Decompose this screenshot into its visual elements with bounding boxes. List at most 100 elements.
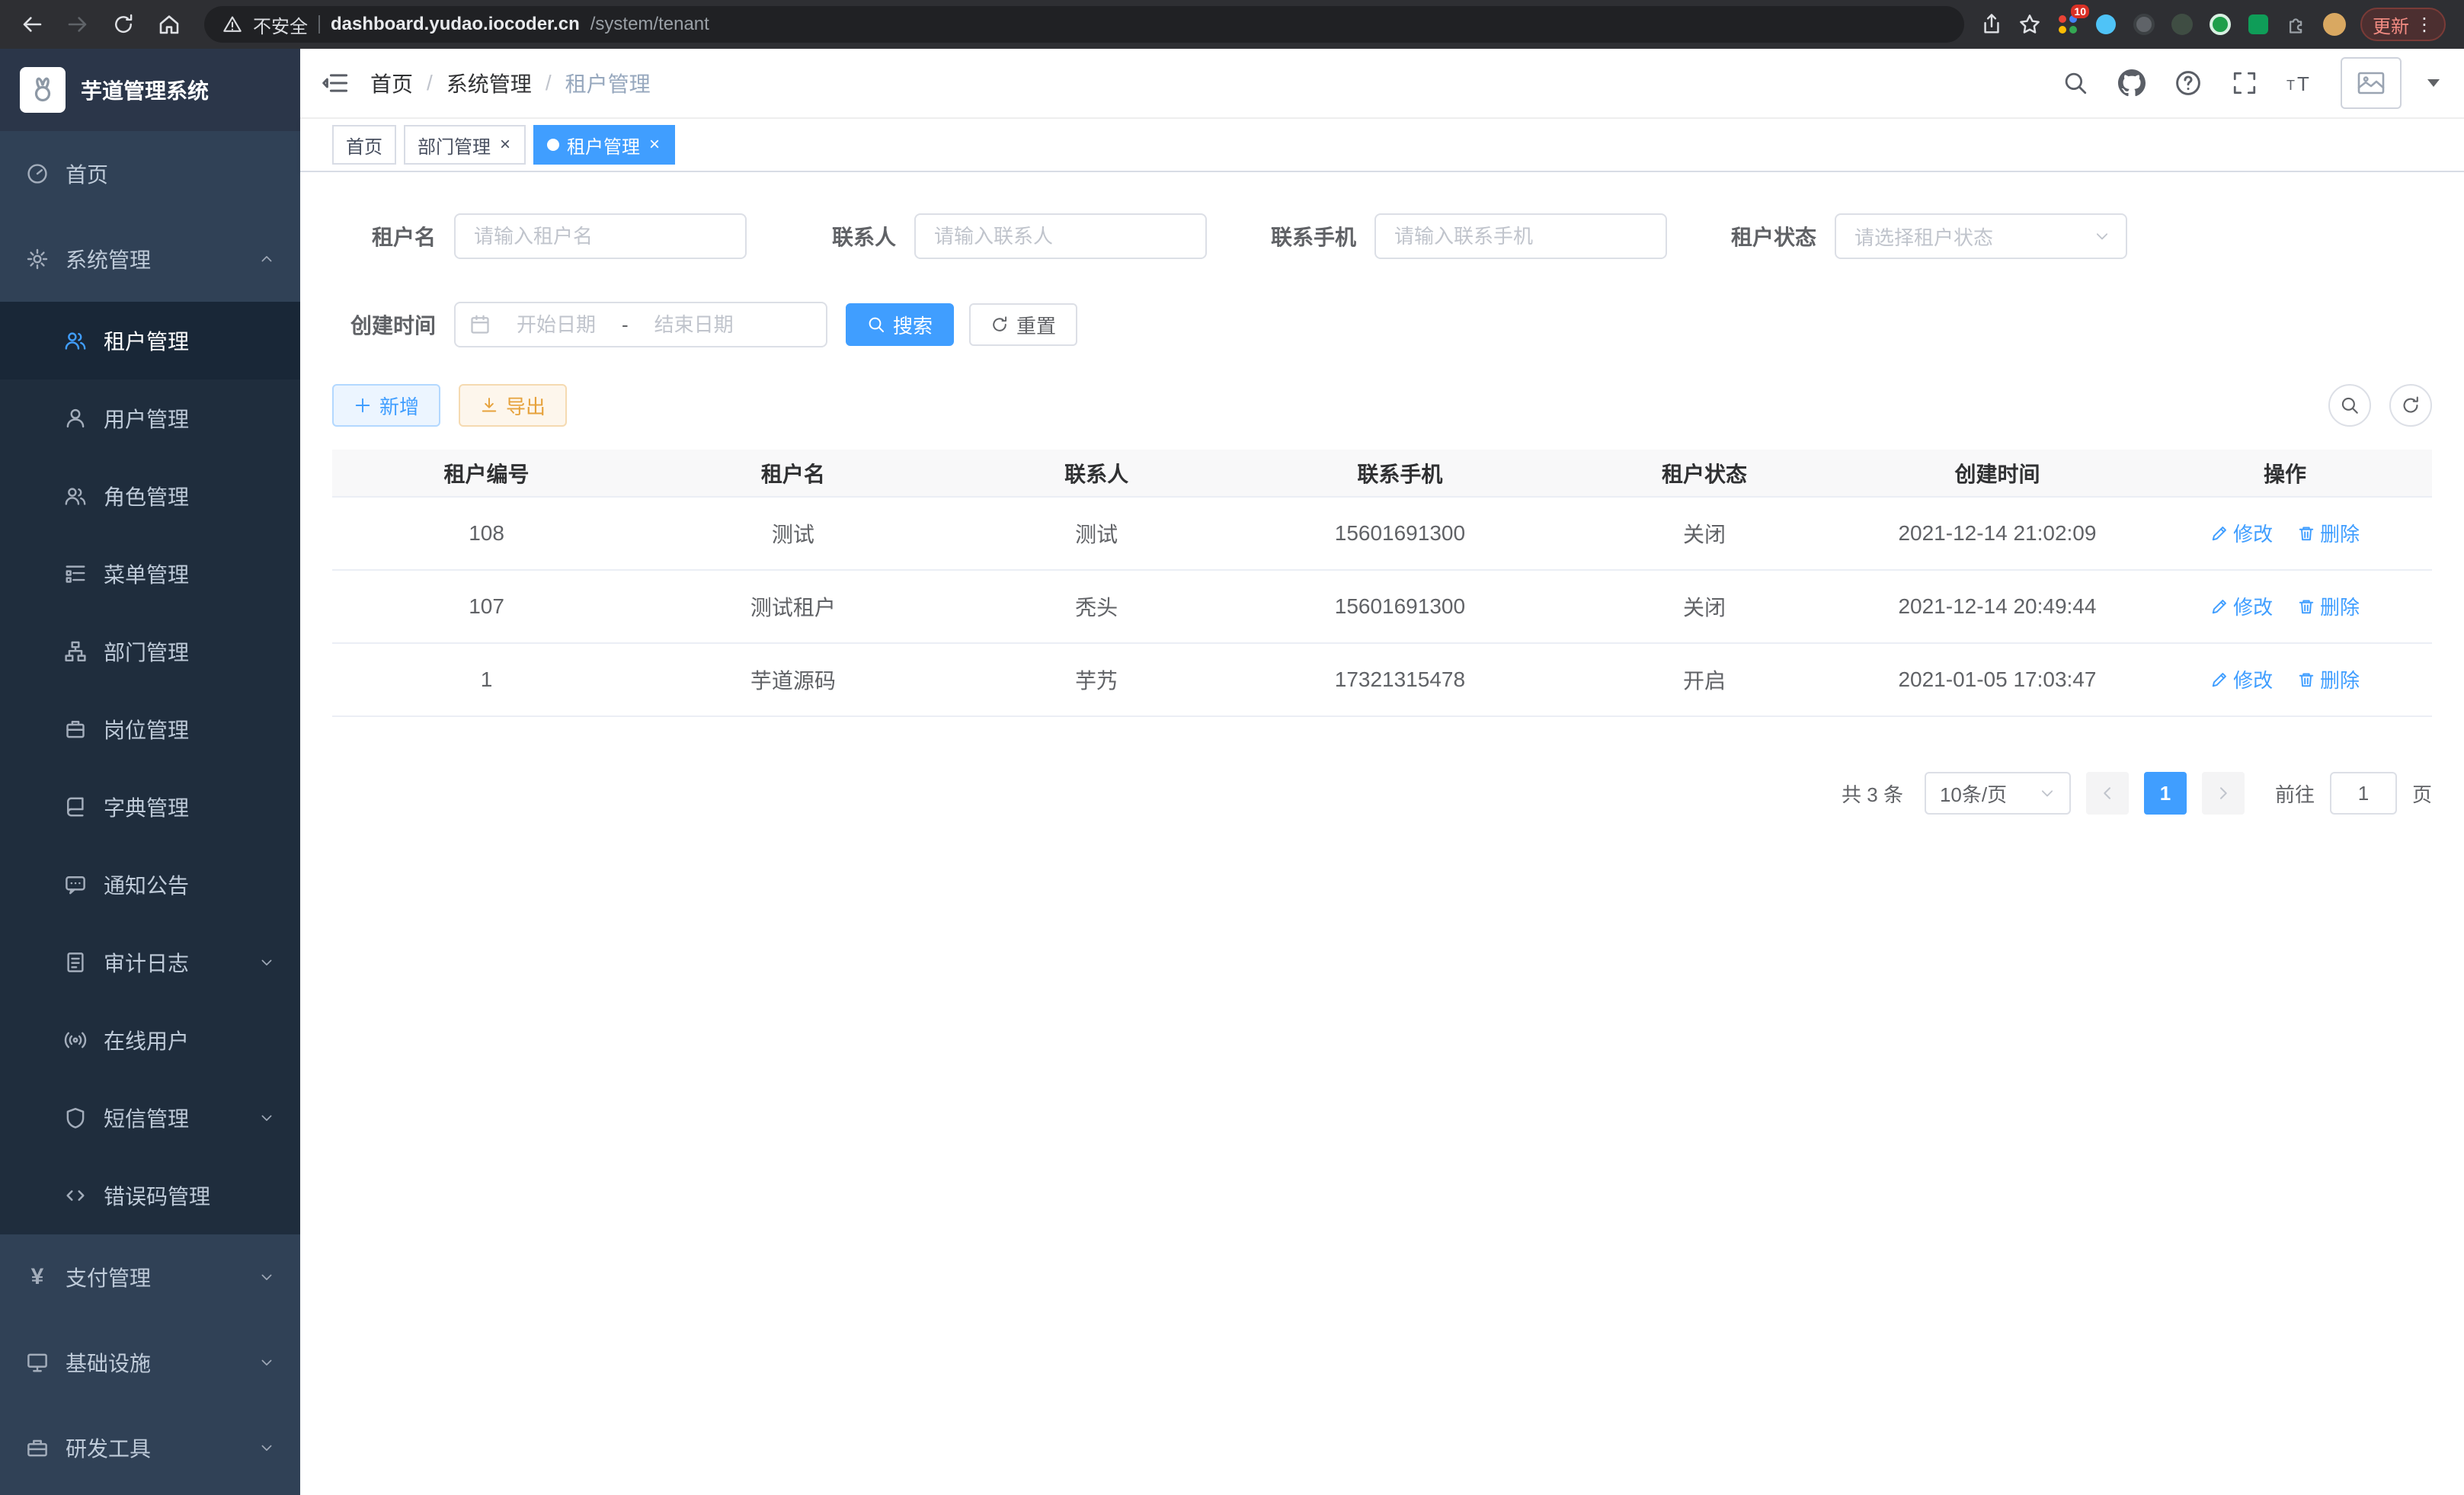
cell-tenant-id: 108	[332, 497, 641, 570]
sidebar-item-post[interactable]: 岗位管理	[0, 690, 300, 768]
help-button[interactable]	[2171, 66, 2205, 100]
plus-icon	[354, 396, 372, 415]
tenant-name-label: 租户名	[332, 221, 436, 251]
export-button[interactable]: 导出	[459, 384, 567, 427]
share-icon[interactable]	[1979, 12, 2004, 37]
sidebar-item-home[interactable]: 首页	[0, 131, 300, 216]
breadcrumb-home[interactable]: 首页	[370, 68, 413, 98]
date-range-separator: -	[622, 313, 629, 337]
address-bar[interactable]: 不安全 dashboard.yudao.iocoder.cn/system/te…	[204, 6, 1964, 43]
active-tab-dot	[547, 139, 559, 151]
sidebar-item-payment[interactable]: ¥ 支付管理	[0, 1234, 300, 1320]
post-badge-icon	[64, 718, 87, 741]
end-date-input[interactable]	[635, 313, 754, 337]
delete-button[interactable]: 删除	[2297, 665, 2360, 693]
search-button[interactable]: 搜索	[846, 303, 954, 346]
phone-input[interactable]	[1374, 213, 1667, 259]
user-dropdown-caret[interactable]	[2427, 79, 2440, 87]
github-link-button[interactable]	[2115, 66, 2149, 100]
fullscreen-button[interactable]	[2228, 66, 2261, 100]
goto-label: 前往	[2275, 780, 2315, 808]
tenant-status-select[interactable]: 请选择租户状态	[1835, 213, 2127, 259]
sidebar-item-tenant[interactable]: 租户管理	[0, 302, 300, 379]
sidebar-item-dict[interactable]: 字典管理	[0, 768, 300, 846]
question-icon	[2174, 69, 2202, 97]
sidebar-item-error-code[interactable]: 错误码管理	[0, 1157, 300, 1234]
tenant-name-input[interactable]	[454, 213, 747, 259]
goto-page-input[interactable]	[2330, 772, 2397, 815]
breadcrumb-system[interactable]: 系统管理	[446, 68, 532, 98]
org-tree-icon	[64, 640, 87, 663]
sidebar-item-online-user[interactable]: 在线用户	[0, 1001, 300, 1079]
breadcrumb-current: 租户管理	[565, 68, 651, 98]
header-search-button[interactable]	[2059, 66, 2092, 100]
delete-button[interactable]: 删除	[2297, 592, 2360, 620]
sidebar-item-user[interactable]: 用户管理	[0, 379, 300, 457]
sidebar-item-dept[interactable]: 部门管理	[0, 613, 300, 690]
edit-button[interactable]: 修改	[2210, 592, 2273, 620]
main-content: 首页 / 系统管理 / 租户管理	[300, 49, 2464, 1495]
sidebar-toggle-button[interactable]	[300, 48, 370, 118]
tab-home[interactable]: 首页	[332, 125, 396, 165]
edit-button[interactable]: 修改	[2210, 519, 2273, 547]
filter-row-1: 租户名 联系人 联系手机 租户状态 请选择租户状态	[332, 213, 2432, 259]
browser-update-button[interactable]: 更新 ⋮	[2360, 8, 2446, 41]
sidebar-menu: 首页 系统管理 租户管理 用户管理	[0, 131, 300, 1495]
dictionary-book-icon	[64, 796, 87, 818]
sidebar-item-infrastructure[interactable]: 基础设施	[0, 1320, 300, 1405]
bookmark-star-icon[interactable]	[2018, 12, 2042, 37]
browser-profile-avatar[interactable]	[2322, 12, 2347, 37]
chevron-down-icon	[2094, 228, 2110, 245]
extension-puzzle-icon[interactable]	[2284, 12, 2309, 37]
trash-icon	[2297, 597, 2315, 616]
browser-home-button[interactable]	[149, 5, 189, 44]
tab-dept[interactable]: 部门管理 ×	[404, 125, 526, 165]
sidebar-item-system[interactable]: 系统管理	[0, 216, 300, 302]
page-number-current[interactable]: 1	[2144, 772, 2187, 815]
sidebar-item-dev-tools[interactable]: 研发工具	[0, 1405, 300, 1490]
right-toolbar	[2328, 384, 2432, 427]
sidebar-item-menu[interactable]: 菜单管理	[0, 535, 300, 613]
toggle-search-button[interactable]	[2328, 384, 2371, 427]
chevron-down-icon	[259, 1269, 274, 1285]
contact-input[interactable]	[914, 213, 1207, 259]
extension-colored-dots-icon[interactable]: 10	[2056, 12, 2080, 37]
prev-page-button[interactable]	[2086, 772, 2129, 815]
extension-dark-green-icon[interactable]	[2170, 12, 2194, 37]
sidebar-item-audit-log[interactable]: 审计日志	[0, 924, 300, 1001]
close-tab-icon[interactable]: ×	[648, 136, 661, 154]
navbar-actions: TT	[2059, 57, 2440, 109]
chevron-down-icon	[2039, 785, 2056, 802]
delete-button[interactable]: 删除	[2297, 519, 2360, 547]
start-date-input[interactable]	[497, 313, 616, 337]
sidebar-item-sms[interactable]: 短信管理	[0, 1079, 300, 1157]
font-size-button[interactable]: TT	[2284, 66, 2318, 100]
table-row: 108 测试 测试 15601691300 关闭 2021-12-14 21:0…	[332, 497, 2432, 570]
extension-blue-icon[interactable]	[2094, 12, 2118, 37]
create-time-range-picker[interactable]: -	[454, 302, 827, 347]
reset-button[interactable]: 重置	[969, 303, 1077, 346]
sidebar-item-role[interactable]: 角色管理	[0, 457, 300, 535]
user-avatar[interactable]	[2341, 57, 2402, 109]
browser-refresh-button[interactable]	[104, 5, 143, 44]
browser-back-button[interactable]	[12, 5, 52, 44]
edit-button[interactable]: 修改	[2210, 665, 2273, 693]
page-size-select[interactable]: 10条/页	[1925, 772, 2071, 815]
chevron-left-icon	[2098, 784, 2117, 802]
app-title: 芋道管理系统	[81, 75, 209, 105]
extension-green-square-icon[interactable]	[2246, 12, 2270, 37]
extension-green-circle-icon[interactable]	[2208, 12, 2232, 37]
add-button[interactable]: 新增	[332, 384, 440, 427]
extension-dark-sphere-icon[interactable]	[2132, 12, 2156, 37]
app-logo[interactable]: 芋道管理系统	[0, 49, 300, 131]
forward-icon	[66, 12, 90, 37]
browser-forward-button[interactable]	[58, 5, 98, 44]
next-page-button[interactable]	[2202, 772, 2245, 815]
refresh-table-button[interactable]	[2389, 384, 2432, 427]
sidebar-item-notice[interactable]: 通知公告	[0, 846, 300, 924]
logo-image	[20, 67, 66, 113]
tab-tenant[interactable]: 租户管理 ×	[533, 125, 675, 165]
cell-tenant-name: 芋道源码	[641, 643, 946, 716]
home-icon	[157, 12, 181, 37]
close-tab-icon[interactable]: ×	[498, 136, 512, 154]
